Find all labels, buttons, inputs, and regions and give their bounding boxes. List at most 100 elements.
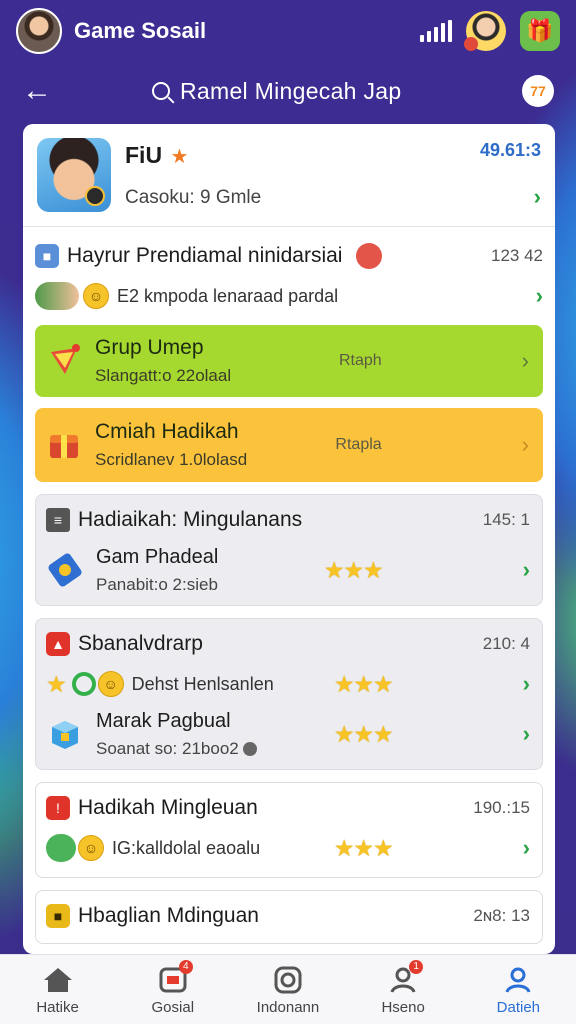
social-card: ▲ Sbanalvdrarp 210: 4 ★ ☺ Dehst Henlsanl… [35,618,543,770]
weekly2-row-text: IG:kalldolal eaoalu [112,837,261,858]
group-card[interactable]: Grup Umep Slangatt:o 22olaal Rtaph › [35,325,543,397]
smiley-icon: ☺ [83,283,109,309]
weekly-title: Hadiaikah: Mingulanans [78,508,303,531]
box-icon [52,721,78,749]
chevron-right-icon[interactable]: › [522,348,529,374]
group-card-title: Grup Umep [95,336,204,359]
tab-label: Hatike [36,998,79,1016]
weekly-gift-card-2: ! Hadikah Mingleuan 190.:15 ☺ IG:kalldol… [35,782,543,878]
weekly3-time: 2ɴ8: 13 [473,906,530,925]
trophy-icon: ■ [35,244,59,268]
tab-home[interactable]: Hatike [8,964,108,1016]
search-bar: ← Ramel Mingecah Jap 77 [0,64,576,118]
tab-label: Datieh [496,998,541,1016]
user-avatar[interactable] [16,8,62,54]
profile-score: 49.61:3 [479,140,541,160]
chevron-right-icon[interactable]: › [522,432,529,458]
friends-icon: 1 [387,959,424,996]
social-title: Sbanalvdrarp [78,632,203,655]
game-pad-icon [48,553,82,587]
profile-card[interactable]: FiU ★ Casoku: 9 Gmle 49.61:3 › [23,124,555,227]
smiley-icon: ☺ [78,835,104,861]
star-icon: ★ [46,670,67,697]
friends-avatars-icon [35,282,79,310]
flag-icon [51,344,80,374]
profile-subtitle: Casoku: 9 Gmle [125,186,262,208]
signal-icon [420,20,452,42]
chevron-right-icon[interactable]: › [523,835,530,861]
chevron-right-icon[interactable]: › [523,721,530,747]
top-bar: Game Sosail 🎁 [0,0,576,62]
social-item-title: Marak Pagbual [96,709,231,732]
rating-stars-icon: ★★★ [323,556,384,583]
weekly-time: 145: 1 [482,510,530,529]
gift-icon[interactable]: 🎁 [520,11,560,51]
weekly-item-title: Gam Phadeal [96,545,219,568]
social-time: 210: 4 [482,634,530,653]
tab-social[interactable]: 4 Gosial [123,959,223,1016]
tab-label: Hseno [381,998,425,1016]
star-icon: ★ [170,145,189,168]
notification-icon[interactable] [356,243,383,269]
gift-card-tag: Rtapla [335,436,382,453]
app-title: Game Sosail [74,18,207,43]
weekly-gift-card: ≡ Hadiaikah: Mingulanans 145: 1 Gam Phad… [35,494,543,606]
notification-badge: 4 [178,959,193,974]
chevron-right-icon[interactable]: › [534,184,541,210]
bookmark-icon: ▲ [46,632,70,656]
activity-section: ■ Hayrur Prendiamal ninidarsiai 123 42 ☺… [23,227,555,317]
tab-label: Indonann [256,998,320,1016]
profile-icon [505,967,531,993]
activity-text: E2 kmpoda lenaraad pardal [117,285,339,306]
social-item-subtitle: Soanat so: 21boo2 [96,739,258,759]
weekly2-row[interactable]: ☺ IG:kalldolal eaoalu ★★★ › [46,827,530,869]
notification-badge: 1 [409,959,424,974]
profile-name: FiU [125,141,163,168]
group-card-tag: Rtaph [338,352,382,369]
chevron-right-icon[interactable]: › [536,283,543,309]
badge-button[interactable]: 77 [522,75,554,107]
content-panel: FiU ★ Casoku: 9 Gmle 49.61:3 › ■ Hayrur … [23,124,555,954]
weekly-gift-card-3: ■ Hbaglian Mdinguan 2ɴ8: 13 [35,890,543,944]
group-card-subtitle: Slangatt:o 22olaal [95,366,232,385]
tab-friends[interactable]: 1 Hseno [353,959,453,1016]
tag-icon: ■ [46,904,70,928]
chevron-right-icon[interactable]: › [523,557,530,583]
search-icon [152,82,170,100]
gift-card-subtitle: Scridlanev 1.0lolasd [95,450,248,469]
rating-stars-icon: ★★★ [333,670,394,697]
top-right-cluster: 🎁 [420,11,560,51]
game-avatar-image [37,138,111,212]
weekly-item[interactable]: Gam Phadeal Panabit:o 2:sieb ★★★ › [46,545,530,595]
weekly3-title: Hbaglian Mdinguan [78,904,259,927]
tab-camera[interactable]: Indonann [238,964,338,1016]
tab-label: Gosial [151,998,195,1016]
camera-icon [274,966,302,993]
section-time: 123 42 [491,246,543,265]
friend-avatar-icon [46,834,76,862]
treasure-chest-icon [50,435,78,458]
friend-avatar[interactable] [464,11,506,51]
social-row-text: Dehst Henlsanlen [131,673,274,694]
search-field[interactable]: Ramel Mingecah Jap [152,78,401,105]
gift-card[interactable]: Cmiah Hadikah Scridlanev 1.0lolasd Rtapl… [35,408,543,482]
status-ring-icon [71,672,96,696]
tag-icon: ! [46,796,70,820]
weekly2-title: Hadikah Mingleuan [78,796,258,819]
gift-card-title: Cmiah Hadikah [95,420,239,443]
activity-row[interactable]: ☺ E2 kmpoda lenaraad pardal › [35,275,543,317]
social-item[interactable]: Marak Pagbual Soanat so: 21boo2 ★★★ › [46,709,530,759]
section-title: Hayrur Prendiamal ninidarsiai [67,244,343,267]
chat-icon: 4 [157,959,193,996]
chevron-right-icon[interactable]: › [523,671,530,697]
back-arrow-icon[interactable]: ← [22,76,62,106]
bottom-tab-bar: Hatike 4 Gosial Indonann 1 Hseno Datieh [0,954,576,1024]
clipboard-icon: ≡ [46,508,70,532]
rating-stars-icon: ★★★ [333,834,394,861]
weekly-item-subtitle: Panabit:o 2:sieb [96,574,218,594]
tab-profile[interactable]: Datieh [468,964,568,1016]
social-row[interactable]: ★ ☺ Dehst Henlsanlen ★★★ › [46,663,530,705]
smiley-icon: ☺ [97,671,124,697]
coin-icon [243,742,258,757]
rating-stars-icon: ★★★ [333,720,394,747]
